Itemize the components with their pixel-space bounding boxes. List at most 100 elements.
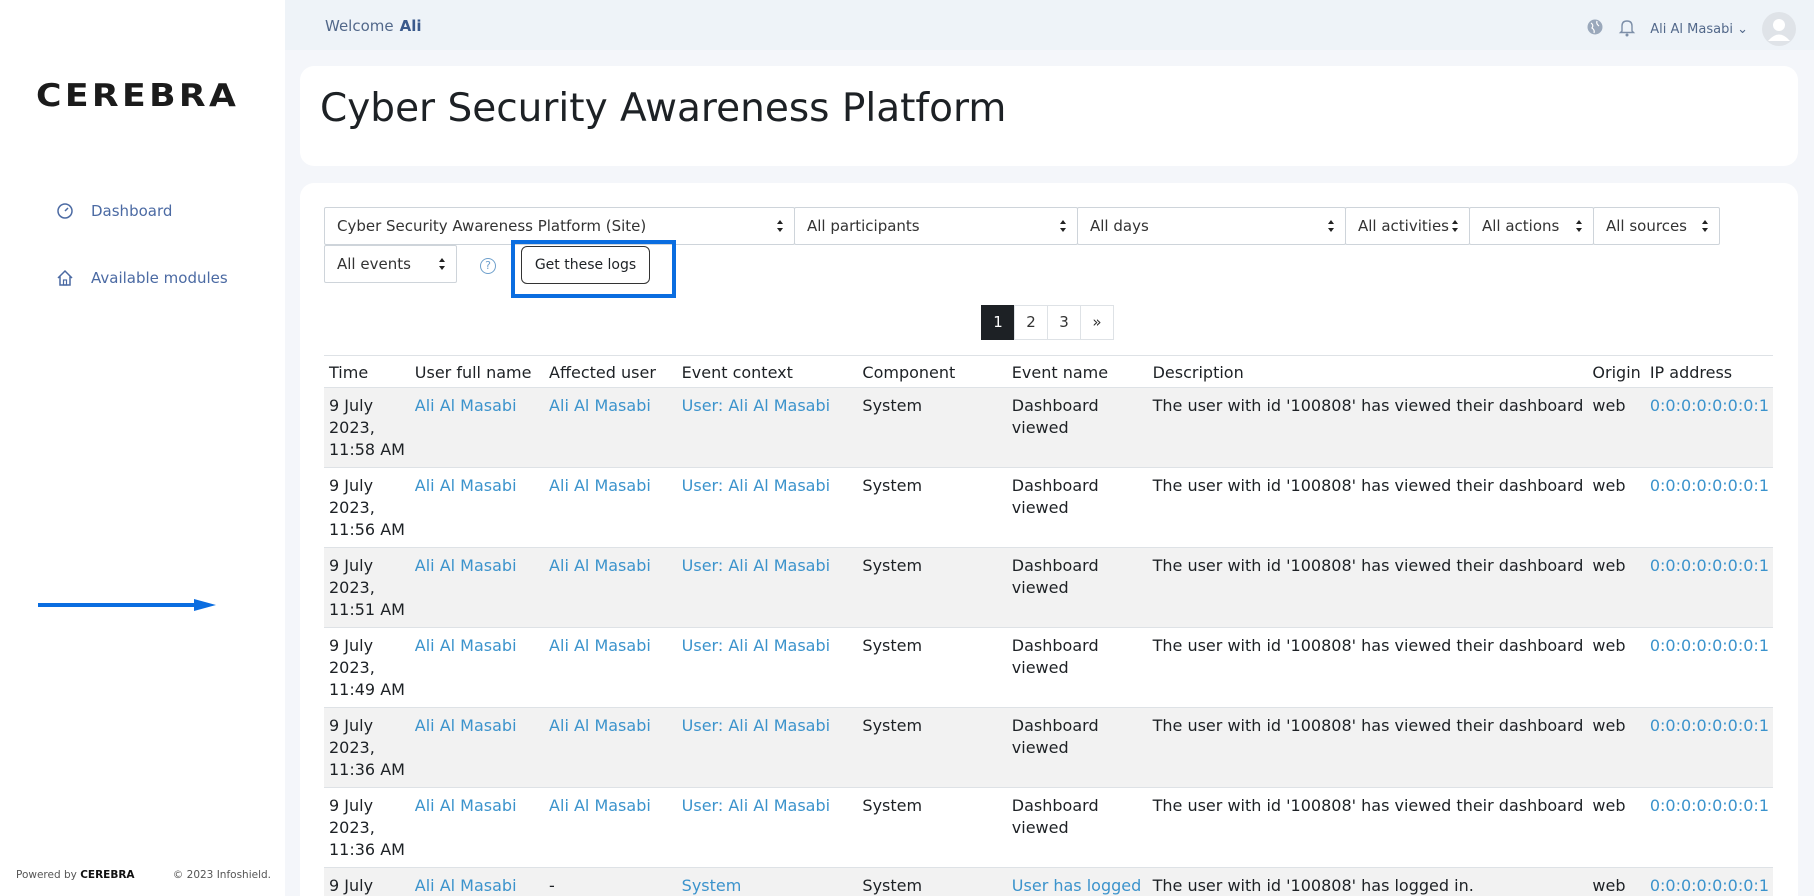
time-line: 11:58 AM: [329, 440, 405, 459]
user-full-name-link[interactable]: Ali Al Masabi: [415, 716, 517, 735]
event-name-link[interactable]: User has loggedin: [1012, 875, 1144, 896]
user-full-name-link[interactable]: Ali Al Masabi: [415, 636, 517, 655]
ip-address-link[interactable]: 0:0:0:0:0:0:0:1: [1650, 396, 1769, 415]
time-line: 9 July: [329, 876, 374, 895]
user-menu[interactable]: Ali Al Masabi ⌄: [1650, 22, 1748, 37]
event-name-line: User has logged: [1011, 876, 1142, 895]
chevron-down-icon: ⌄: [1737, 21, 1748, 37]
sort-caret-icon: [1452, 220, 1458, 232]
description-cell: The user with id '100808' has viewed the…: [1147, 387, 1588, 468]
description-cell: The user with id '100808' has logged in.: [1147, 867, 1588, 896]
ip-address-link[interactable]: 0:0:0:0:0:0:0:1: [1650, 476, 1769, 495]
event-context-link[interactable]: User: Ali Al Masabi: [682, 796, 830, 815]
ip-address-link[interactable]: 0:0:0:0:0:0:0:1: [1650, 796, 1769, 815]
time-line: 2023,: [329, 418, 375, 437]
affected-user-link[interactable]: Ali Al Masabi: [549, 716, 651, 735]
table-row: 9 July 2023, 11:49 AM Ali Al Masabi Ali Al M…: [324, 627, 1773, 708]
column-header-description[interactable]: Description: [1147, 355, 1588, 388]
event-name-line: viewed: [1011, 658, 1069, 677]
column-header-time[interactable]: Time: [324, 355, 410, 388]
user-full-name-link[interactable]: Ali Al Masabi: [415, 876, 517, 895]
event-context-cell: User: Ali Al Masabi: [676, 627, 858, 708]
column-header-origin[interactable]: Origin: [1587, 355, 1645, 388]
user-full-name-cell: Ali Al Masabi: [409, 707, 545, 788]
user-full-name-link[interactable]: Ali Al Masabi: [415, 796, 517, 815]
sort-caret-icon: [439, 258, 445, 270]
column-header-ip-address[interactable]: IP address: [1644, 355, 1773, 388]
affected-user-link[interactable]: Ali Al Masabi: [549, 396, 651, 415]
page-link-2[interactable]: 2: [1014, 305, 1048, 340]
user-full-name-link[interactable]: Ali Al Masabi: [415, 556, 517, 575]
user-full-name-link[interactable]: Ali Al Masabi: [415, 476, 517, 495]
cerebra-logo[interactable]: CEREBRA: [36, 78, 239, 114]
event-context-cell: User: Ali Al Masabi: [676, 707, 858, 788]
events-select[interactable]: All events: [324, 245, 457, 283]
column-header-event-name[interactable]: Event name: [1006, 355, 1148, 388]
help-icon[interactable]: ?: [480, 258, 496, 274]
ip-address-cell: 0:0:0:0:0:0:0:1: [1644, 787, 1773, 868]
actions-select[interactable]: All actions: [1469, 207, 1594, 245]
activities-select[interactable]: All activities: [1345, 207, 1470, 245]
origin-cell: web: [1587, 547, 1645, 628]
event-context-link[interactable]: User: Ali Al Masabi: [682, 636, 830, 655]
affected-user-cell: Ali Al Masabi: [544, 467, 677, 548]
component-cell: System: [857, 787, 1007, 868]
sidebar-footer: Powered by CEREBRA © 2023 Infoshield.: [16, 869, 271, 881]
logs-table-body: 9 July 2023, 11:58 AM Ali Al Masabi Ali Al M…: [324, 387, 1773, 896]
days-select[interactable]: All days: [1077, 207, 1346, 245]
user-full-name-cell: Ali Al Masabi: [409, 387, 545, 468]
ip-address-link[interactable]: 0:0:0:0:0:0:0:1: [1650, 876, 1769, 895]
bell-icon[interactable]: [1618, 17, 1636, 41]
sort-caret-icon: [1328, 220, 1334, 232]
ip-address-link[interactable]: 0:0:0:0:0:0:0:1: [1650, 556, 1769, 575]
event-name-cell: User has loggedin: [1006, 867, 1148, 896]
page-link-1[interactable]: 1: [981, 305, 1015, 340]
event-context-link[interactable]: User: Ali Al Masabi: [682, 556, 830, 575]
event-name-cell: Dashboard viewed: [1012, 795, 1144, 839]
event-name-line: viewed: [1011, 498, 1069, 517]
ip-address-link[interactable]: 0:0:0:0:0:0:0:1: [1650, 716, 1769, 735]
time-line: 11:36 AM: [329, 840, 405, 859]
time-cell: 9 July 2023, 11:51 AM: [324, 547, 410, 628]
event-context-link[interactable]: User: Ali Al Masabi: [682, 716, 830, 735]
event-name-line: Dashboard: [1011, 796, 1099, 815]
event-name-line: viewed: [1011, 818, 1069, 837]
avatar[interactable]: [1762, 12, 1796, 46]
affected-user-cell: -: [549, 876, 555, 895]
time-line: 9 July: [329, 476, 374, 495]
column-header-affected-user[interactable]: Affected user: [544, 355, 677, 388]
sources-select[interactable]: All sources: [1593, 207, 1720, 245]
origin-cell: web: [1587, 387, 1645, 468]
affected-user-link[interactable]: Ali Al Masabi: [549, 556, 651, 575]
event-context-cell: User: Ali Al Masabi: [676, 787, 858, 868]
page-link-3[interactable]: 3: [1047, 305, 1081, 340]
description-cell: The user with id '100808' has viewed the…: [1147, 547, 1588, 628]
participants-select[interactable]: All participants: [794, 207, 1078, 245]
user-full-name-cell: Ali Al Masabi: [409, 787, 545, 868]
affected-user-link[interactable]: Ali Al Masabi: [549, 476, 651, 495]
column-header-user-full-name[interactable]: User full name: [409, 355, 545, 388]
sidebar-item-available-modules[interactable]: Available modules: [55, 268, 228, 288]
component-cell: System: [857, 707, 1007, 788]
event-context-link[interactable]: User: Ali Al Masabi: [682, 396, 830, 415]
get-these-logs-button[interactable]: Get these logs: [521, 246, 650, 284]
sidebar: CEREBRA Dashboard Available modules Powe…: [0, 0, 285, 896]
event-context-link[interactable]: System: [682, 876, 742, 895]
affected-user-link[interactable]: Ali Al Masabi: [549, 636, 651, 655]
globe-icon[interactable]: [1586, 18, 1604, 40]
column-header-component[interactable]: Component: [857, 355, 1007, 388]
pagination: 1 2 3 »: [981, 305, 1114, 340]
origin-cell: web: [1587, 707, 1645, 788]
user-full-name-link[interactable]: Ali Al Masabi: [415, 396, 517, 415]
affected-user-cell: Ali Al Masabi: [544, 707, 677, 788]
time-cell: 9 July2023,: [324, 867, 410, 896]
ip-address-link[interactable]: 0:0:0:0:0:0:0:1: [1650, 636, 1769, 655]
event-context-link[interactable]: User: Ali Al Masabi: [682, 476, 830, 495]
page-next-link[interactable]: »: [1080, 305, 1114, 340]
sidebar-item-dashboard[interactable]: Dashboard: [55, 201, 172, 221]
ip-address-cell: 0:0:0:0:0:0:0:1: [1644, 627, 1773, 708]
component-cell: System: [857, 387, 1007, 468]
column-header-event-context[interactable]: Event context: [676, 355, 858, 388]
affected-user-link[interactable]: Ali Al Masabi: [549, 796, 651, 815]
description-cell: The user with id '100808' has viewed the…: [1147, 787, 1588, 868]
